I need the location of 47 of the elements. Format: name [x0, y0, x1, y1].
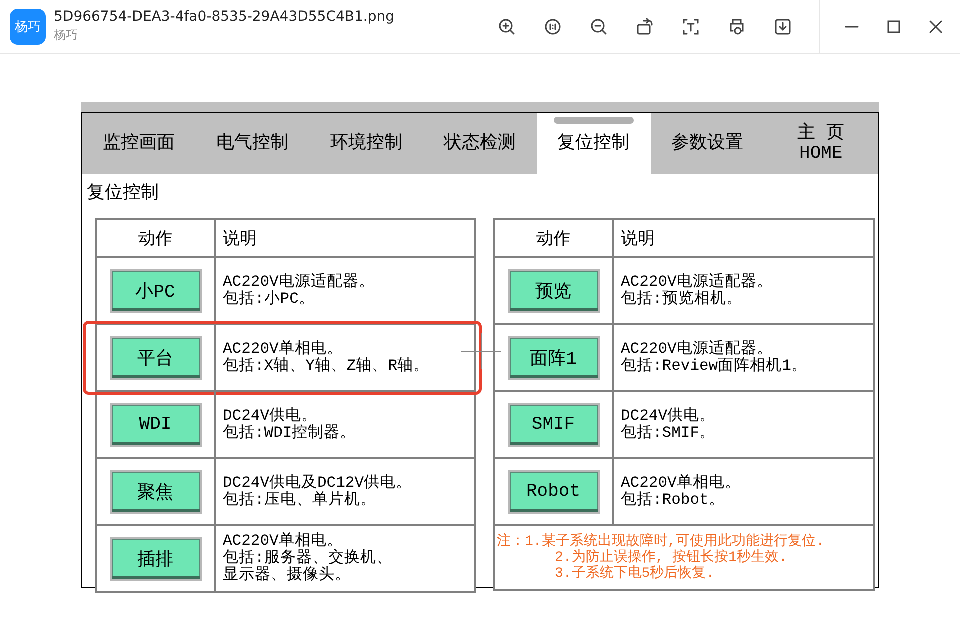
reset-button[interactable]: WDI: [110, 402, 202, 446]
rotate-icon[interactable]: [635, 16, 655, 36]
zoom-in-icon[interactable]: [497, 16, 517, 36]
reset-button[interactable]: SMIF: [508, 402, 600, 446]
tab[interactable]: 复位控制: [536, 113, 651, 174]
column-header: 动作: [536, 230, 570, 250]
note-text: 2.为防止误操作, 按钮长按1秒生效.: [554, 550, 788, 566]
description-line: AC220V电源适配器。: [621, 274, 773, 290]
description-line: 包括:X轴、Y轴、Z轴、R轴。: [223, 358, 430, 374]
column-header: 动作: [138, 230, 172, 250]
note-text: 1.某子系统出现故障时,可使用此功能进行复位.: [525, 534, 825, 550]
description-line: AC220V单相电。: [223, 340, 343, 358]
note-label: 注：: [497, 534, 525, 552]
description-line: AC220V电源适配器。: [223, 274, 375, 290]
reset-button[interactable]: Robot: [508, 470, 600, 514]
description-line: DC24V供电。: [223, 408, 318, 424]
zoom-out-icon[interactable]: [589, 16, 609, 36]
description-line: AC220V单相电。: [621, 474, 741, 492]
app-logo: 杨巧: [10, 8, 46, 44]
reset-button[interactable]: 平台: [110, 336, 202, 380]
description-line: 包括:WDI控制器。: [223, 424, 356, 442]
description-line: AC220V单相电。: [223, 533, 343, 550]
reset-button[interactable]: 插排: [110, 536, 202, 580]
description-line: 包括:服务器、交换机、: [223, 550, 392, 567]
description-line: 包括:Review面阵相机1。: [621, 358, 808, 374]
description-line: 包括:压电、单片机。: [223, 492, 376, 508]
description-line: DC24V供电及DC12V供电。: [223, 474, 412, 492]
reset-button[interactable]: 小PC: [110, 268, 202, 312]
actual-size-icon[interactable]: [543, 16, 563, 36]
note-text: 3.子系统下电5秒后恢复.: [554, 566, 716, 582]
description-line: 包括:预览相机。: [621, 290, 742, 308]
file-name: 5D966754-DEA3-4fa0-8535-29A43D55C4B1.png: [54, 9, 394, 25]
description-line: 显示器、摄像头。: [223, 567, 351, 584]
column-header: 说明: [223, 229, 257, 250]
app-name: 杨巧: [54, 27, 79, 44]
column-header: 说明: [621, 229, 655, 250]
description-line: 包括:小PC。: [223, 290, 315, 308]
text-scan-icon[interactable]: [681, 16, 701, 36]
section-title: 复位控制: [87, 184, 159, 204]
description-line: 包括:Robot。: [621, 492, 725, 508]
download-icon[interactable]: [773, 16, 793, 36]
description-line: DC24V供电。: [621, 408, 716, 424]
reset-button[interactable]: 聚焦: [110, 470, 202, 514]
reset-button[interactable]: 预览: [508, 268, 600, 312]
description-line: AC220V电源适配器。: [621, 340, 773, 358]
description-line: 包括:SMIF。: [621, 424, 716, 442]
reset-button[interactable]: 面阵1: [508, 336, 600, 380]
